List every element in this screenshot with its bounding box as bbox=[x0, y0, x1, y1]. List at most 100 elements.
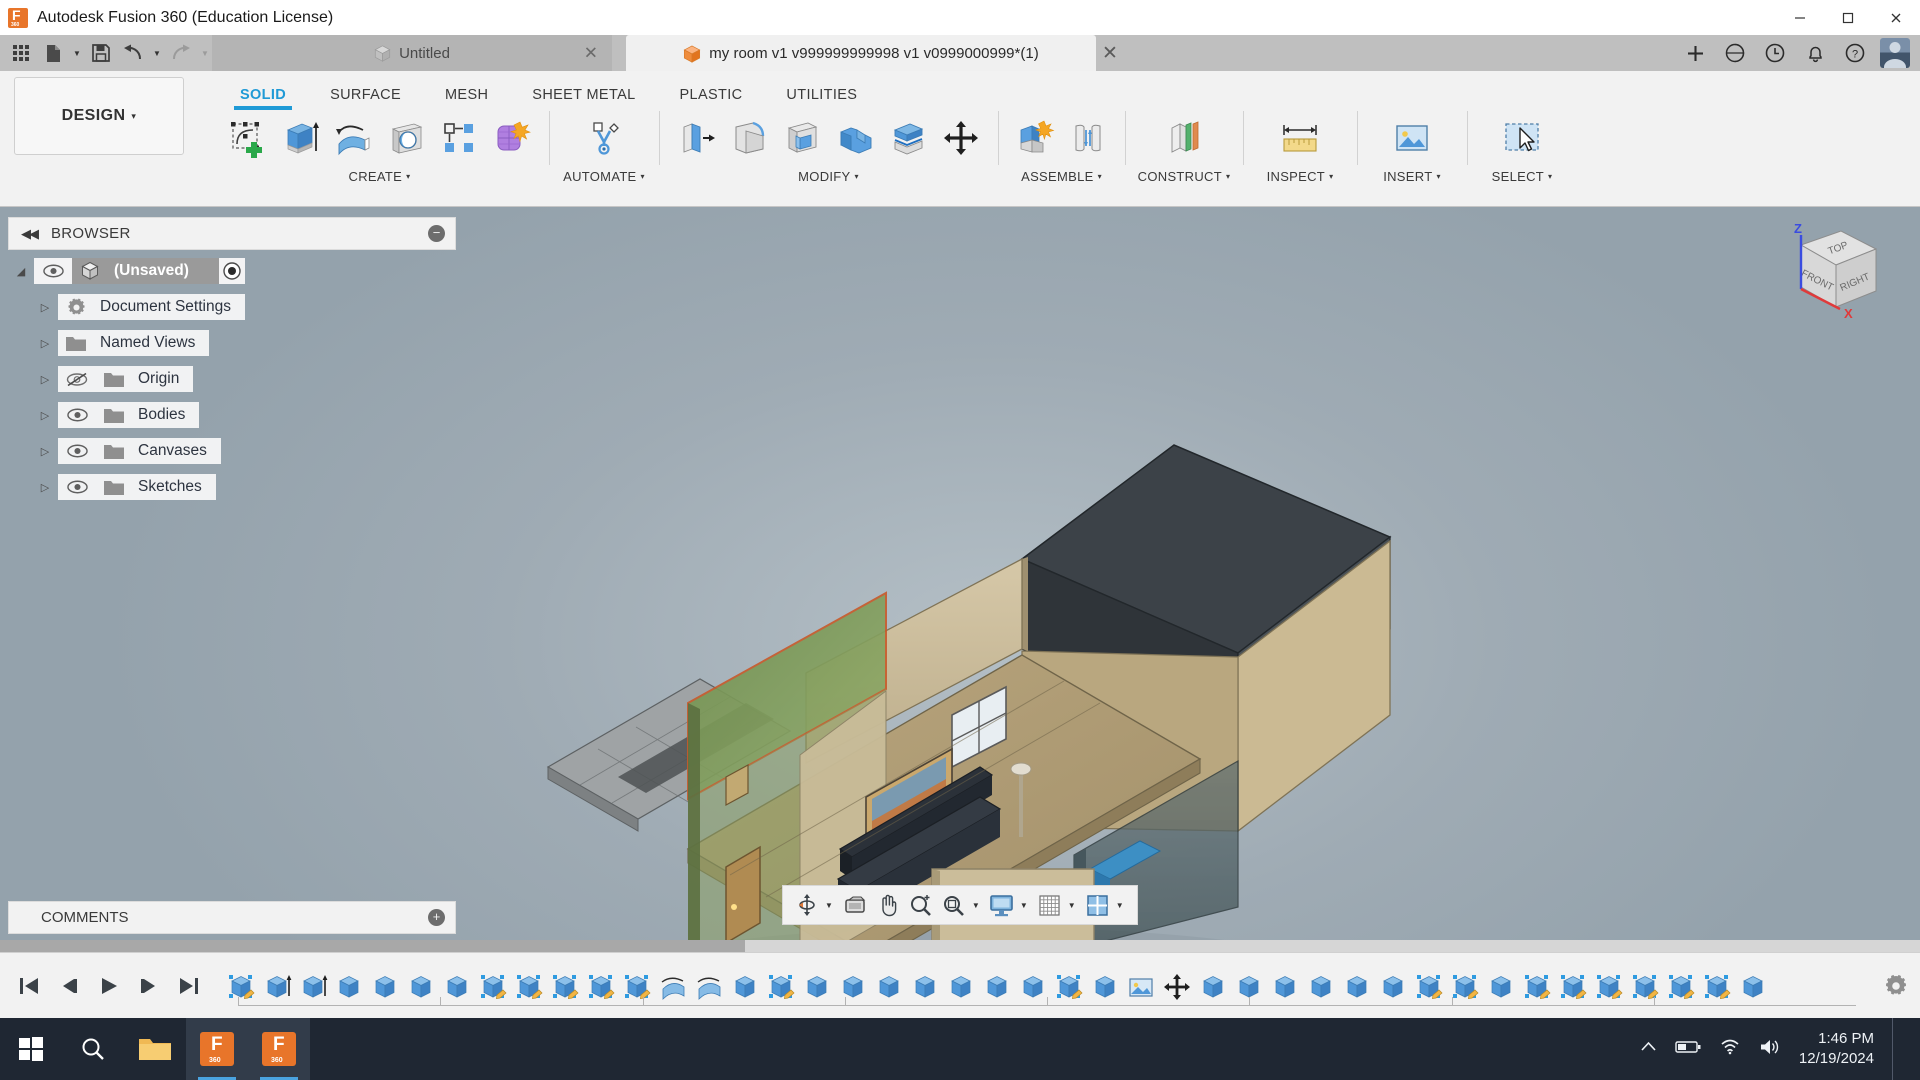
eye-icon[interactable] bbox=[34, 264, 72, 278]
ribbon-tab-surface[interactable]: SURFACE bbox=[308, 87, 423, 107]
fillet-tool[interactable] bbox=[724, 113, 774, 163]
ribbon-group-label-assemble[interactable]: ASSEMBLE ▾ bbox=[1021, 169, 1102, 184]
ribbon-group-label-modify[interactable]: MODIFY ▾ bbox=[798, 169, 859, 184]
tree-item-origin[interactable]: ▷ Origin bbox=[8, 364, 456, 394]
grid-snaps-caret[interactable]: ▼ bbox=[1067, 901, 1081, 910]
expand-arrow-icon[interactable]: ◢ bbox=[8, 265, 34, 278]
select-tool[interactable] bbox=[1497, 113, 1547, 163]
measure-tool[interactable] bbox=[1275, 113, 1325, 163]
collapse-left-icon[interactable]: ◀◀ bbox=[21, 226, 39, 242]
ribbon-tab-sheet-metal[interactable]: SHEET METAL bbox=[510, 87, 657, 107]
start-button[interactable] bbox=[0, 1018, 62, 1080]
job-status-button[interactable] bbox=[1756, 36, 1794, 70]
create-sketch-tool[interactable] bbox=[222, 113, 272, 163]
ribbon-tab-plastic[interactable]: PLASTIC bbox=[658, 87, 765, 107]
joint-tool[interactable] bbox=[1063, 113, 1113, 163]
extrude-tool[interactable] bbox=[275, 113, 325, 163]
ribbon-group-label-inspect[interactable]: INSPECT ▾ bbox=[1267, 169, 1334, 184]
offset-plane-tool[interactable] bbox=[1159, 113, 1209, 163]
orbit-button[interactable] bbox=[791, 889, 823, 921]
tree-item-bodies[interactable]: ▷ Bodies bbox=[8, 400, 456, 430]
tree-item-unsaved[interactable]: ◢ (Unsaved) bbox=[8, 256, 456, 286]
document-tab-my-room[interactable]: my room v1 v999999999998 v1 v0999000999*… bbox=[626, 35, 1096, 71]
go-to-beginning-button[interactable] bbox=[16, 973, 42, 999]
timeline-settings-button[interactable] bbox=[1872, 973, 1920, 999]
activate-component-radio[interactable] bbox=[219, 258, 245, 284]
ribbon-tab-utilities[interactable]: UTILITIES bbox=[764, 87, 879, 107]
file-explorer-app[interactable] bbox=[124, 1018, 186, 1080]
pattern-tool[interactable] bbox=[434, 113, 484, 163]
ribbon-group-label-automate[interactable]: AUTOMATE ▾ bbox=[563, 169, 645, 184]
new-file-caret[interactable]: ▼ bbox=[70, 38, 84, 68]
eye-hidden-icon[interactable] bbox=[58, 372, 96, 387]
extensions-button[interactable] bbox=[1716, 36, 1754, 70]
hole-tool[interactable] bbox=[381, 113, 431, 163]
split-face-tool[interactable] bbox=[883, 113, 933, 163]
app-grid-button[interactable] bbox=[6, 38, 36, 68]
show-desktop-button[interactable] bbox=[1892, 1018, 1902, 1080]
ribbon-tab-solid[interactable]: SOLID bbox=[218, 87, 308, 110]
battery-status[interactable] bbox=[1675, 1040, 1701, 1059]
tree-item-named-views[interactable]: ▷ Named Views bbox=[8, 328, 456, 358]
close-icon[interactable]: ✕ bbox=[584, 45, 598, 62]
browser-minimize-button[interactable]: − bbox=[428, 225, 445, 242]
3d-viewport[interactable]: ◀◀ BROWSER − ◢ (Unsaved) ▷ Document Sett… bbox=[0, 207, 1920, 952]
add-comment-button[interactable]: + bbox=[428, 909, 445, 926]
insert-canvas-tool[interactable] bbox=[1387, 113, 1437, 163]
search-button[interactable] bbox=[62, 1018, 124, 1080]
combine-tool[interactable] bbox=[830, 113, 880, 163]
expand-arrow-icon[interactable]: ▷ bbox=[32, 409, 58, 422]
grid-snaps-button[interactable] bbox=[1034, 889, 1066, 921]
viewport-horizontal-scrollbar[interactable] bbox=[0, 940, 1920, 952]
eye-icon[interactable] bbox=[58, 480, 96, 494]
comments-panel[interactable]: COMMENTS + bbox=[8, 901, 456, 934]
display-settings-caret[interactable]: ▼ bbox=[1019, 901, 1033, 910]
zoom-button[interactable] bbox=[905, 889, 937, 921]
tree-item-sketches[interactable]: ▷ Sketches bbox=[8, 472, 456, 502]
expand-arrow-icon[interactable]: ▷ bbox=[32, 301, 58, 314]
new-file-button[interactable] bbox=[38, 38, 68, 68]
help-button[interactable]: ? bbox=[1836, 36, 1874, 70]
close-button[interactable] bbox=[1872, 0, 1920, 35]
timeline-track[interactable] bbox=[224, 957, 1866, 1015]
scrollbar-thumb[interactable] bbox=[0, 940, 745, 952]
notifications-button[interactable] bbox=[1796, 36, 1834, 70]
ribbon-group-label-select[interactable]: SELECT ▾ bbox=[1492, 169, 1553, 184]
network-status[interactable] bbox=[1719, 1038, 1741, 1060]
expand-arrow-icon[interactable]: ▷ bbox=[32, 373, 58, 386]
clock[interactable]: 1:46 PM 12/19/2024 bbox=[1799, 1029, 1874, 1070]
viewports-button[interactable] bbox=[1082, 889, 1114, 921]
viewports-caret[interactable]: ▼ bbox=[1115, 901, 1129, 910]
step-back-button[interactable] bbox=[56, 973, 82, 999]
pan-button[interactable] bbox=[872, 889, 904, 921]
tree-item-canvases[interactable]: ▷ Canvases bbox=[8, 436, 456, 466]
fit-button[interactable] bbox=[938, 889, 970, 921]
save-button[interactable] bbox=[86, 38, 116, 68]
ribbon-group-label-create[interactable]: CREATE ▾ bbox=[349, 169, 411, 184]
fit-caret[interactable]: ▼ bbox=[971, 901, 985, 910]
eye-icon[interactable] bbox=[58, 408, 96, 422]
look-at-button[interactable] bbox=[839, 889, 871, 921]
orbit-caret[interactable]: ▼ bbox=[824, 901, 838, 910]
move-copy-tool[interactable] bbox=[936, 113, 986, 163]
new-component-tool[interactable] bbox=[1010, 113, 1060, 163]
document-tab-untitled[interactable]: Untitled ✕ bbox=[212, 35, 612, 71]
tree-item-document-settings[interactable]: ▷ Document Settings bbox=[8, 292, 456, 322]
eye-icon[interactable] bbox=[58, 444, 96, 458]
close-icon[interactable]: ✕ bbox=[1102, 42, 1118, 65]
volume-status[interactable] bbox=[1759, 1038, 1781, 1061]
add-tab-button[interactable] bbox=[1676, 36, 1714, 70]
workspace-selector[interactable]: DESIGN ▾ bbox=[14, 77, 184, 155]
fusion360-app-2[interactable] bbox=[248, 1018, 310, 1080]
fusion360-app-1[interactable] bbox=[186, 1018, 248, 1080]
play-button[interactable] bbox=[96, 973, 122, 999]
ribbon-group-label-construct[interactable]: CONSTRUCT ▾ bbox=[1138, 169, 1231, 184]
undo-caret[interactable]: ▼ bbox=[150, 38, 164, 68]
expand-arrow-icon[interactable]: ▷ bbox=[32, 481, 58, 494]
revolve-tool[interactable] bbox=[328, 113, 378, 163]
display-settings-button[interactable] bbox=[986, 889, 1018, 921]
shell-tool[interactable] bbox=[777, 113, 827, 163]
view-cube[interactable]: TOP FRONT RIGHT Z X bbox=[1756, 217, 1886, 332]
press-pull-tool[interactable] bbox=[671, 113, 721, 163]
show-hidden-icons[interactable] bbox=[1640, 1040, 1657, 1058]
